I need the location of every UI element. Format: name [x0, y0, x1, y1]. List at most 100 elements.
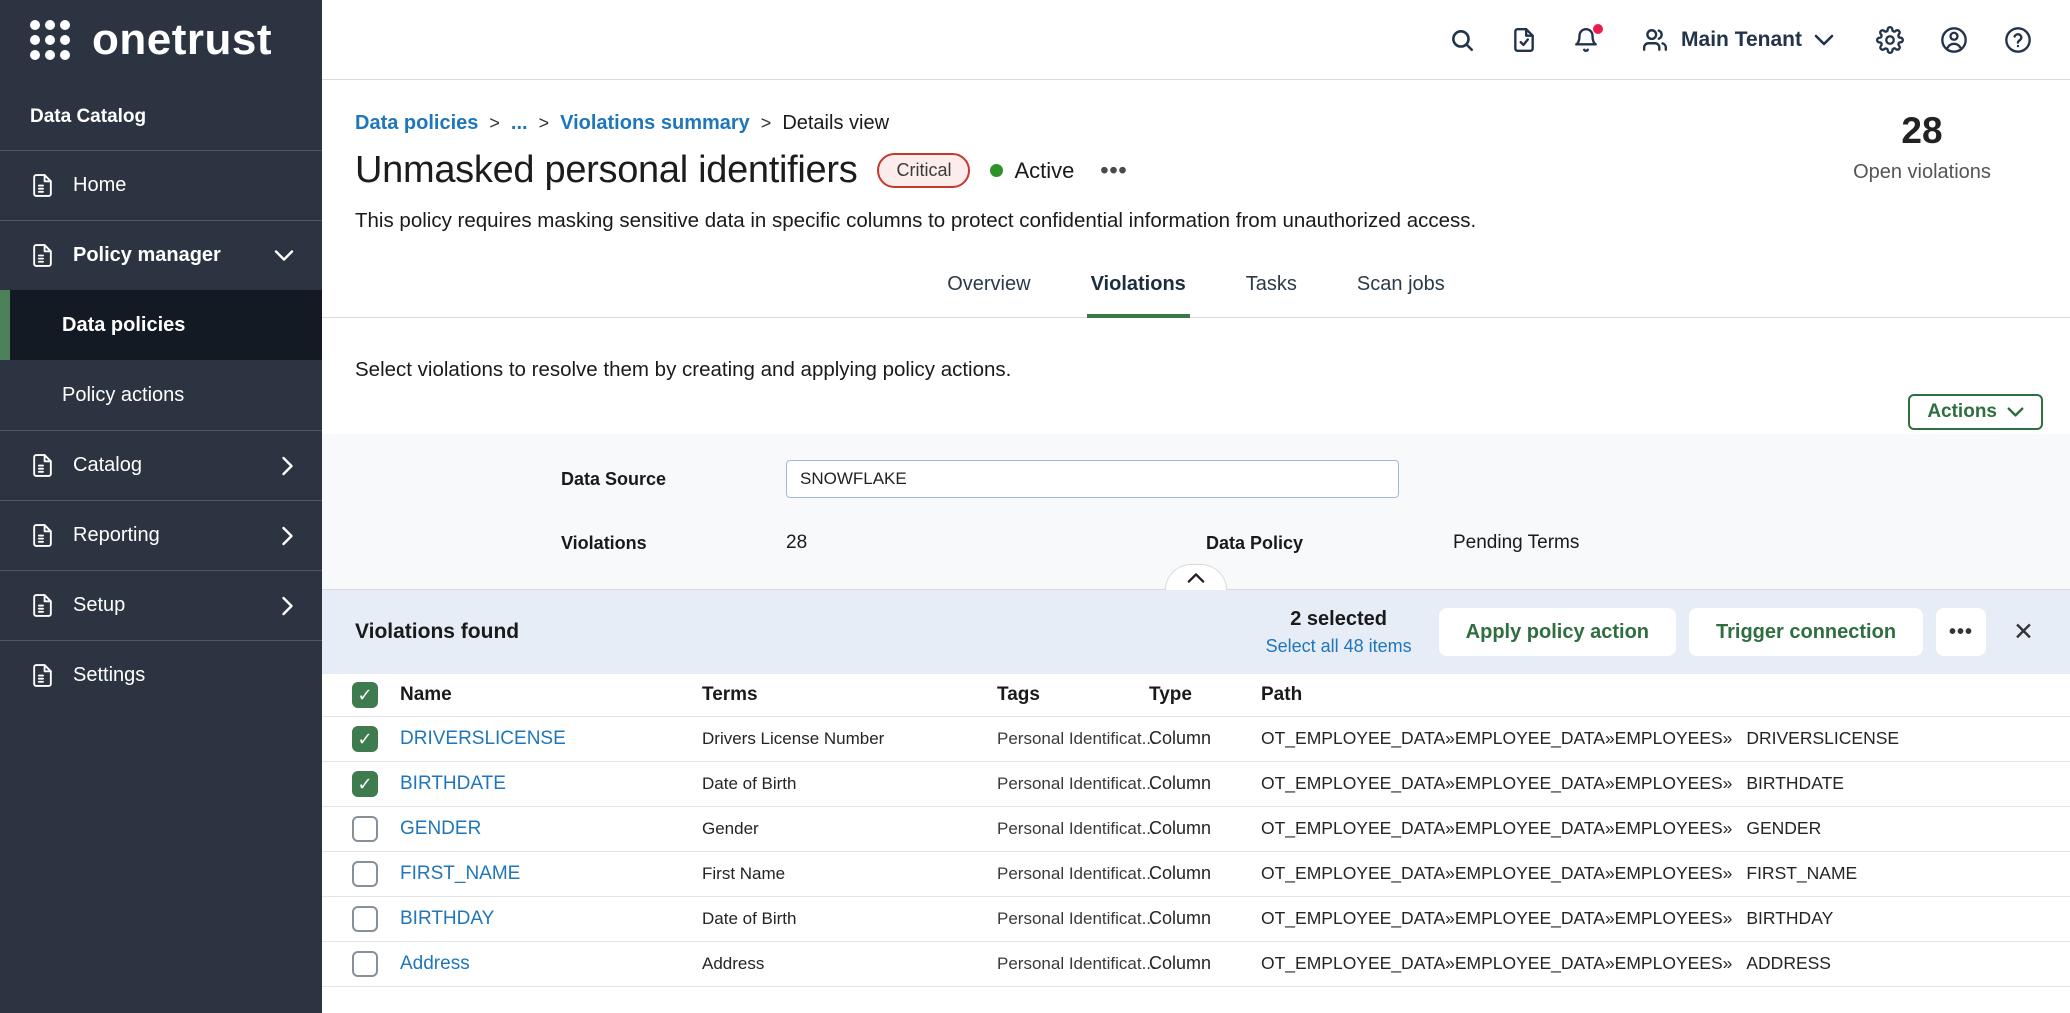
- breadcrumb-item-[interactable]: ...: [511, 112, 528, 135]
- row-checkbox[interactable]: [352, 816, 378, 842]
- breadcrumb-item-data-policies[interactable]: Data policies: [355, 112, 478, 135]
- sidebar-item-label: Policy manager: [73, 244, 221, 267]
- table-row: BIRTHDAYDate of BirthPersonal Identifica…: [322, 896, 2070, 941]
- tags-cell: Personal Identificat...: [997, 954, 1156, 973]
- tags-cell: Personal Identificat...: [997, 819, 1156, 838]
- sidebar-item-policy-manager[interactable]: Policy manager: [0, 220, 322, 290]
- help-icon[interactable]: [2004, 26, 2032, 54]
- path-prefix: OT_EMPLOYEE_DATA»EMPLOYEE_DATA»EMPLOYEES…: [1261, 953, 1732, 973]
- breadcrumb: Data policies>...>Violations summary>Det…: [355, 112, 2037, 135]
- row-checkbox[interactable]: [352, 951, 378, 977]
- product-name: Data Catalog: [0, 80, 322, 150]
- header-checkbox[interactable]: [352, 682, 378, 708]
- type-cell: Column: [1149, 728, 1211, 748]
- row-checkbox[interactable]: [352, 726, 378, 752]
- breadcrumb-separator: >: [761, 113, 772, 134]
- gear-icon[interactable]: [1876, 26, 1904, 54]
- sidebar-item-label: Setup: [73, 594, 125, 617]
- terms-cell: Date of Birth: [702, 774, 797, 793]
- violation-name-link[interactable]: BIRTHDATE: [400, 773, 506, 794]
- status: Active: [990, 158, 1074, 184]
- sidebar-item-settings[interactable]: Settings: [0, 640, 322, 710]
- path-prefix: OT_EMPLOYEE_DATA»EMPLOYEE_DATA»EMPLOYEES…: [1261, 863, 1732, 883]
- row-checkbox[interactable]: [352, 861, 378, 887]
- tab-violations[interactable]: Violations: [1087, 259, 1190, 318]
- table-body: DRIVERSLICENSE Drivers License Number Pers…: [322, 716, 2070, 986]
- row-checkbox[interactable]: [352, 771, 378, 797]
- violations-count-label: Violations: [561, 533, 647, 554]
- violation-name-link[interactable]: BIRTHDAY: [400, 908, 494, 929]
- selection-bar-actions: 2 selected Select all 48 items Apply pol…: [1266, 608, 2034, 657]
- filter-panel: Data Source Violations 28 Data Policy Pe…: [322, 434, 2070, 590]
- sidebar-item-policy-actions[interactable]: Policy actions: [0, 360, 322, 430]
- tab-overview[interactable]: Overview: [943, 259, 1034, 318]
- path-cell: OT_EMPLOYEE_DATA»EMPLOYEE_DATA»EMPLOYEES…: [1261, 863, 1857, 883]
- row-checkbox[interactable]: [352, 906, 378, 932]
- trigger-connection-button[interactable]: Trigger connection: [1689, 608, 1923, 656]
- sidebar-item-label: Catalog: [73, 454, 142, 477]
- type-cell: Column: [1149, 863, 1211, 883]
- violations-count-value: 28: [786, 532, 807, 554]
- data-policy-label: Data Policy: [1206, 533, 1303, 554]
- sidebar-item-catalog[interactable]: Catalog: [0, 430, 322, 500]
- document-check-icon[interactable]: [1511, 27, 1537, 53]
- sidebar-item-label: Data policies: [62, 314, 185, 337]
- data-source-input[interactable]: [786, 460, 1399, 498]
- column-header-terms: Terms: [702, 674, 997, 716]
- violation-name-link[interactable]: FIRST_NAME: [400, 863, 520, 884]
- tenant-switcher[interactable]: Main Tenant: [1641, 27, 1834, 53]
- terms-cell: First Name: [702, 864, 785, 883]
- sidebar-nav: Home Policy manager Data policies Policy ac…: [0, 150, 322, 710]
- document-icon: [30, 663, 55, 688]
- document-icon: [30, 593, 55, 618]
- breadcrumb-item-details-view: Details view: [782, 112, 889, 135]
- document-icon: [30, 173, 55, 198]
- tags-cell: Personal Identificat...: [997, 864, 1156, 883]
- document-icon: [30, 453, 55, 478]
- sidebar-item-reporting[interactable]: Reporting: [0, 500, 322, 570]
- apply-policy-action-button[interactable]: Apply policy action: [1439, 608, 1676, 656]
- toolbar: Select violations to resolve them by cre…: [322, 358, 2070, 430]
- account-icon[interactable]: [1940, 26, 1968, 54]
- tab-scan-jobs[interactable]: Scan jobs: [1353, 259, 1449, 318]
- terms-cell: Drivers License Number: [702, 729, 884, 748]
- title-more-options-icon[interactable]: •••: [1100, 157, 1127, 184]
- violation-name-link[interactable]: DRIVERSLICENSE: [400, 728, 566, 749]
- breadcrumb-item-violations-summary[interactable]: Violations summary: [560, 112, 750, 135]
- notification-dot: [1593, 24, 1603, 34]
- logo[interactable]: onetrust: [0, 0, 322, 80]
- tab-tasks[interactable]: Tasks: [1242, 259, 1301, 318]
- title-row: Unmasked personal identifiers Critical A…: [355, 149, 2037, 192]
- sidebar-item-label: Home: [73, 174, 126, 197]
- instruction-text: Select violations to resolve them by cre…: [355, 358, 2043, 382]
- document-icon: [30, 523, 55, 548]
- more-options-icon[interactable]: •••: [1936, 608, 1986, 656]
- notifications-bell-icon[interactable]: [1573, 27, 1599, 53]
- violations-table: NameTermsTagsTypePath DRIVERSLICENSEDriv…: [322, 674, 2070, 987]
- path-leaf: DRIVERSLICENSE: [1746, 728, 1899, 748]
- sidebar-item-label: Policy actions: [62, 384, 184, 407]
- sidebar-item-setup[interactable]: Setup: [0, 570, 322, 640]
- select-all-link[interactable]: Select all 48 items: [1266, 636, 1412, 657]
- brand-wordmark: onetrust: [92, 18, 272, 62]
- sidebar-item-data-policies[interactable]: Data policies: [0, 290, 322, 360]
- violation-name-link[interactable]: Address: [400, 953, 470, 974]
- document-icon: [30, 243, 55, 268]
- tags-cell: Personal Identificat...: [997, 729, 1156, 748]
- path-leaf: GENDER: [1746, 818, 1821, 838]
- sidebar-item-label: Reporting: [73, 524, 160, 547]
- app-root: onetrust Data Catalog Home Policy manager…: [0, 0, 2070, 1013]
- table-row: GENDERGenderPersonal Identificat...Colum…: [322, 806, 2070, 851]
- close-icon[interactable]: ✕: [2013, 620, 2034, 645]
- violation-name-link[interactable]: GENDER: [400, 818, 481, 839]
- column-header-name: Name: [400, 674, 702, 716]
- collapse-panel-button[interactable]: [1165, 564, 1227, 590]
- active-status-dot-icon: [990, 164, 1003, 177]
- actions-button[interactable]: Actions: [1908, 394, 2043, 430]
- search-icon[interactable]: [1449, 27, 1475, 53]
- onetrust-waffle-icon: [30, 20, 70, 60]
- column-header-tags: Tags: [997, 674, 1149, 716]
- open-violations-widget: 28 Open violations: [1832, 110, 2012, 184]
- chevron-right-icon: [281, 456, 294, 476]
- sidebar-item-home[interactable]: Home: [0, 150, 322, 220]
